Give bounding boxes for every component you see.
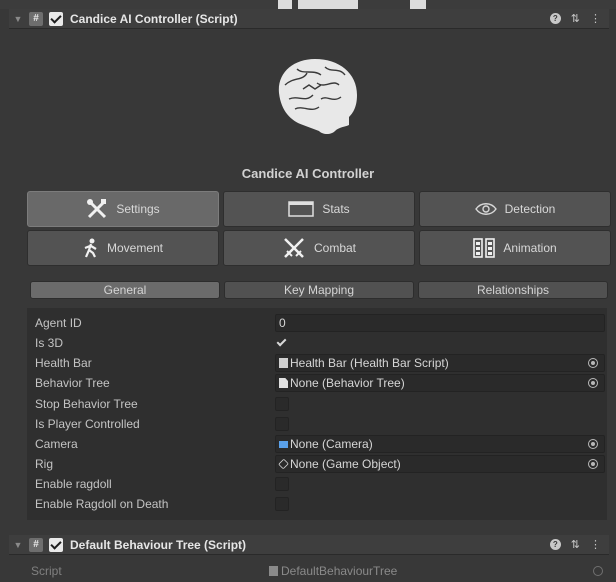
tab-label: Stats <box>322 202 350 216</box>
property-row-agent-id: Agent ID 0 <box>27 313 607 333</box>
camera-object-field[interactable]: None (Camera) <box>275 435 605 453</box>
property-row-enable-ragdoll-on-death: Enable Ragdoll on Death <box>27 494 607 514</box>
fold-arrow-icon[interactable]: ▼ <box>11 14 25 24</box>
tab-movement[interactable]: Movement <box>27 230 219 266</box>
tab-animation[interactable]: Animation <box>419 230 611 266</box>
component-header[interactable]: ▼ # Candice AI Controller (Script) ? ⇅ ⋮ <box>9 9 609 29</box>
help-icon[interactable]: ? <box>549 13 561 24</box>
script-object-field: DefaultBehaviourTree <box>269 562 605 580</box>
behavior-tree-object-field[interactable]: None (Behavior Tree) <box>275 374 605 392</box>
tab-label: Movement <box>106 241 164 255</box>
property-label: Agent ID <box>35 316 82 330</box>
tab-label: Settings <box>116 202 160 216</box>
tab-settings[interactable]: Settings <box>27 191 219 227</box>
object-picker-icon <box>593 566 603 576</box>
object-picker-icon[interactable] <box>588 378 598 388</box>
top-strip <box>0 0 616 9</box>
field-value: None (Behavior Tree) <box>290 376 405 390</box>
property-label: Stop Behavior Tree <box>35 397 138 411</box>
property-label: Enable Ragdoll on Death <box>35 497 169 511</box>
object-picker-icon[interactable] <box>588 459 598 469</box>
property-label: Script <box>31 564 62 578</box>
component-title: Candice AI Controller (Script) <box>70 11 238 26</box>
script-asset-icon <box>279 358 288 368</box>
wrench-screwdriver-icon <box>87 199 107 219</box>
script-icon: # <box>29 11 43 26</box>
decor-block <box>298 0 358 9</box>
rig-object-field[interactable]: None (Game Object) <box>275 455 605 473</box>
tab-stats[interactable]: Stats <box>223 191 415 227</box>
camera-icon <box>279 440 288 448</box>
agent-id-input[interactable]: 0 <box>275 314 605 332</box>
property-label: Camera <box>35 437 78 451</box>
property-row-behavior-tree: Behavior Tree None (Behavior Tree) <box>27 373 607 393</box>
enable-ragdoll-checkbox[interactable] <box>275 477 289 491</box>
component-title: Default Behaviour Tree (Script) <box>70 537 247 552</box>
health-bar-object-field[interactable]: Health Bar (Health Bar Script) <box>275 354 605 372</box>
game-object-icon <box>278 458 289 470</box>
field-value: None (Camera) <box>290 437 373 451</box>
property-label: Is 3D <box>35 336 64 350</box>
subtab-general[interactable]: General <box>30 281 220 299</box>
enable-ragdoll-on-death-checkbox[interactable] <box>275 497 289 511</box>
brain-head-logo-icon <box>278 59 357 134</box>
property-row-is-3d: Is 3D <box>27 333 607 353</box>
decor-block <box>278 0 292 9</box>
window-icon <box>288 201 315 217</box>
tab-combat[interactable]: Combat <box>223 230 415 266</box>
field-value: Health Bar (Health Bar Script) <box>290 356 449 370</box>
eye-icon <box>474 203 497 215</box>
component-header[interactable]: ▼ # Default Behaviour Tree (Script) ? ⇅ … <box>9 535 609 555</box>
film-strip-icon <box>473 238 496 258</box>
enable-checkbox[interactable] <box>49 537 63 552</box>
preset-icon[interactable]: ⇅ <box>571 12 580 25</box>
property-row-enable-ragdoll: Enable ragdoll <box>27 474 607 494</box>
script-asset-icon <box>269 566 278 576</box>
more-menu-icon[interactable]: ⋮ <box>590 538 601 551</box>
is-3d-checkbox[interactable] <box>275 336 289 350</box>
object-picker-icon[interactable] <box>588 358 598 368</box>
property-label: Rig <box>35 457 54 471</box>
subtab-key-mapping[interactable]: Key Mapping <box>224 281 414 299</box>
script-row: Script DefaultBehaviourTree <box>9 561 609 581</box>
controller-title: Candice AI Controller <box>241 166 375 181</box>
property-row-camera: Camera None (Camera) <box>27 434 607 454</box>
decor-block <box>410 0 426 9</box>
is-player-controlled-checkbox[interactable] <box>275 417 289 431</box>
field-value: 0 <box>279 316 286 330</box>
more-menu-icon[interactable]: ⋮ <box>590 12 601 25</box>
help-icon[interactable]: ? <box>549 539 561 550</box>
stop-behavior-tree-checkbox[interactable] <box>275 397 289 411</box>
tab-label: Detection <box>504 202 556 216</box>
field-value: DefaultBehaviourTree <box>281 564 398 578</box>
tab-detection[interactable]: Detection <box>419 191 611 227</box>
properties-panel: Agent ID 0 Is 3D Health Bar Health Bar (… <box>27 308 607 520</box>
tab-label: Animation <box>503 241 557 255</box>
subtab-relationships[interactable]: Relationships <box>418 281 608 299</box>
property-label: Behavior Tree <box>35 376 110 390</box>
document-icon <box>279 378 288 388</box>
enable-checkbox[interactable] <box>49 11 63 26</box>
crossed-swords-icon <box>284 238 304 258</box>
fold-arrow-icon[interactable]: ▼ <box>11 540 25 550</box>
field-value: None (Game Object) <box>290 457 401 471</box>
property-row-rig: Rig None (Game Object) <box>27 454 607 474</box>
property-row-health-bar: Health Bar Health Bar (Health Bar Script… <box>27 353 607 373</box>
property-row-is-player-controlled: Is Player Controlled <box>27 414 607 434</box>
property-row-stop-behavior-tree: Stop Behavior Tree <box>27 394 607 414</box>
preset-icon[interactable]: ⇅ <box>571 538 580 551</box>
walking-person-icon <box>84 238 97 258</box>
object-picker-icon[interactable] <box>588 439 598 449</box>
script-icon: # <box>29 537 43 552</box>
tab-label: Combat <box>313 241 357 255</box>
property-label: Is Player Controlled <box>35 417 140 431</box>
property-label: Enable ragdoll <box>35 477 112 491</box>
property-label: Health Bar <box>35 356 92 370</box>
